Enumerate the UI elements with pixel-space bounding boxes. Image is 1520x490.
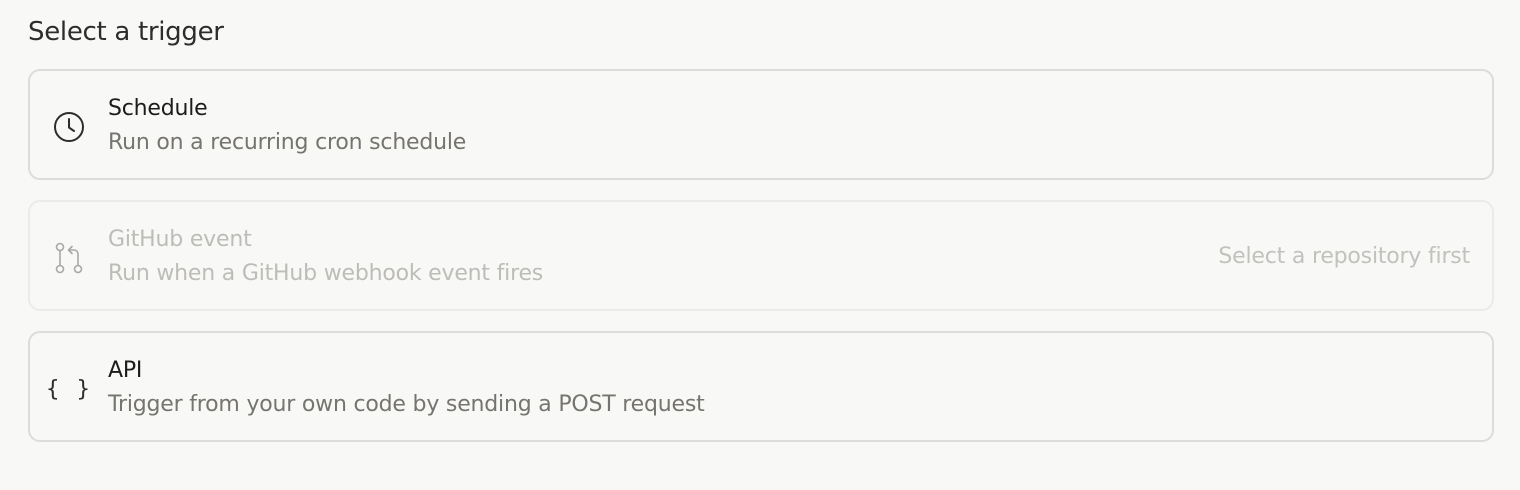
trigger-description: Run on a recurring cron schedule <box>108 130 467 155</box>
trigger-description: Run when a GitHub webhook event fires <box>108 261 544 286</box>
trigger-option-api[interactable]: { } API Trigger from your own code by se… <box>28 331 1494 442</box>
trigger-option-schedule[interactable]: Schedule Run on a recurring cron schedul… <box>28 69 1494 180</box>
trigger-option-github: GitHub event Run when a GitHub webhook e… <box>28 200 1494 311</box>
trigger-title: API <box>108 358 143 383</box>
trigger-disabled-hint: Select a repository first <box>1218 244 1470 269</box>
trigger-title: GitHub event <box>108 227 252 252</box>
trigger-description: Trigger from your own code by sending a … <box>108 392 705 417</box>
code-braces-icon: { } <box>46 376 92 402</box>
trigger-heading: Select a trigger <box>28 17 224 47</box>
git-pull-request-icon <box>52 241 86 275</box>
trigger-title: Schedule <box>108 96 208 121</box>
clock-icon <box>52 110 86 144</box>
